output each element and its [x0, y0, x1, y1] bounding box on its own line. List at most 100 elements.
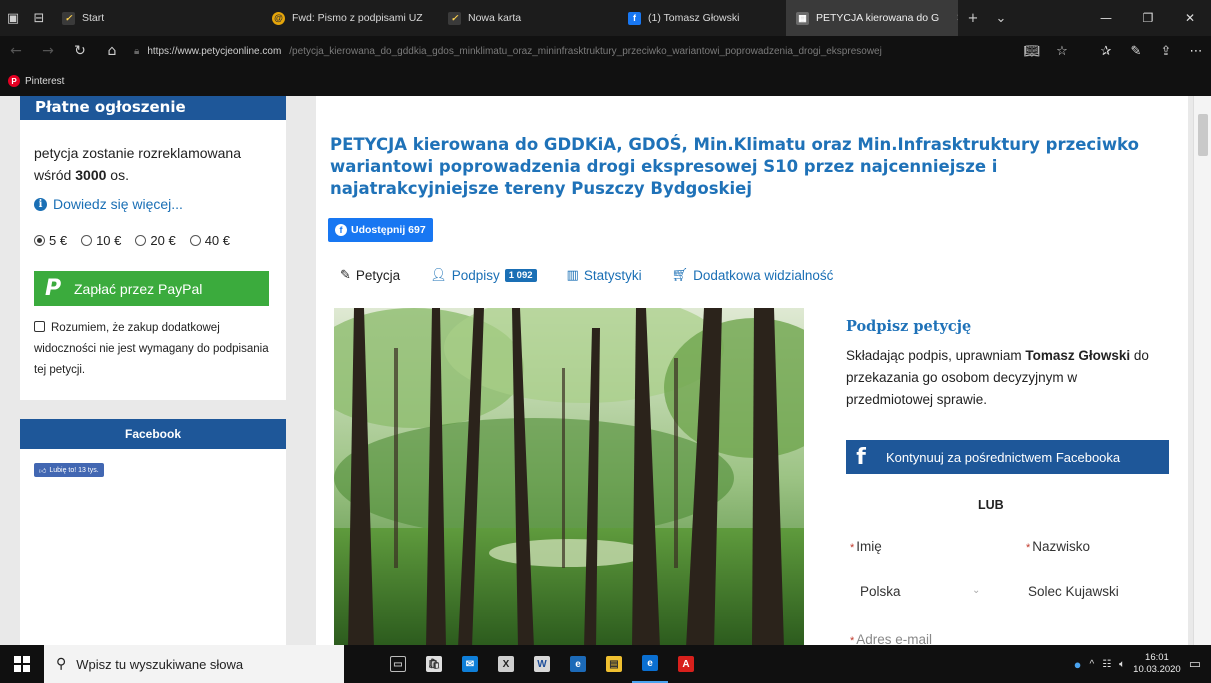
price-option-40[interactable]: 40 € [189, 233, 230, 248]
tab-preview-icon[interactable]: ⊟ [26, 0, 52, 36]
page-scrollbar[interactable] [1193, 96, 1211, 645]
store-icon[interactable]: 🛍︎ [416, 645, 452, 683]
notes-pen-icon[interactable]: ✎ [1121, 36, 1151, 66]
consent-text: Rozumiem, że zakup dodatkowej widocznośc… [34, 322, 269, 376]
edge-icon[interactable]: e [632, 645, 668, 683]
word-icon[interactable]: W [524, 645, 560, 683]
refresh-icon[interactable]: ↻ [64, 36, 96, 66]
taskbar-search-input[interactable]: ⚲ Wpisz tu wyszukiwane słowa [44, 645, 344, 683]
tab-label: Nowa karta [468, 12, 522, 24]
consent-checkbox-row[interactable]: Rozumiem, że zakup dodatkowej widocznośc… [34, 318, 279, 381]
back-icon[interactable]: ← [0, 36, 32, 66]
user-tray-icon[interactable]: ● [1074, 657, 1082, 672]
url-host: https://www.petycjeonline.com [147, 45, 282, 57]
price-option-10[interactable]: 10 € [81, 233, 121, 248]
country-select[interactable]: Polska [860, 584, 901, 599]
mail-app-icon[interactable]: ✉ [452, 645, 488, 683]
author-name: Tomasz Głowski [1025, 348, 1131, 363]
petition-icon: ▦ [796, 11, 809, 25]
more-menu-icon[interactable]: ⋯ [1181, 36, 1211, 66]
notifications-icon[interactable]: ▭ [1189, 657, 1201, 672]
facebook-icon: f [856, 444, 866, 470]
radio-selected[interactable] [34, 235, 45, 246]
share-icon[interactable]: ⇪ [1151, 36, 1181, 66]
acrobat-icon[interactable]: A [668, 645, 704, 683]
excel-icon[interactable]: X [488, 645, 524, 683]
windows-start-button[interactable] [0, 645, 44, 683]
email-field[interactable]: * Adres e-mail [850, 632, 932, 645]
tab-podpisy[interactable]: 👤︎ Podpisy 1 092 [430, 268, 537, 283]
tab-list-chevron-icon[interactable]: ⌄ [988, 0, 1014, 36]
consent-checkbox[interactable] [34, 321, 45, 332]
tab-actions-icon[interactable]: ▣ [0, 0, 26, 36]
info-icon: i [34, 197, 47, 211]
file-explorer-icon[interactable]: ▤ [596, 645, 632, 683]
cart-icon: 🛒︎ [671, 268, 689, 283]
tab-start[interactable]: ✓ Start [52, 0, 262, 36]
internet-explorer-icon[interactable]: e [560, 645, 596, 683]
favorites-bar: P Pinterest [0, 66, 1211, 96]
learn-more-link[interactable]: i Dowiedz się więcej... [34, 196, 183, 212]
paid-ad-panel: Płatne ogłoszenie petycja zostanie rozre… [20, 96, 286, 400]
clock[interactable]: 16:01 10.03.2020 [1133, 652, 1181, 676]
petition-card: PETYCJA kierowana do GDDKiA, GDOŚ, Min.K… [316, 96, 1188, 645]
close-window-icon[interactable]: ✕ [1169, 0, 1211, 36]
network-icon[interactable]: ☷ [1102, 659, 1111, 670]
home-icon[interactable]: ⌂ [96, 36, 128, 66]
last-name-field[interactable]: * Nazwisko [1026, 539, 1090, 554]
tab-petition[interactable]: ▦ PETYCJA kierowana do G ✕ [786, 0, 958, 36]
maximize-icon[interactable]: ❐ [1127, 0, 1169, 36]
new-tab-plus-icon[interactable]: + [958, 0, 988, 36]
tab-label: Fwd: Pismo z podpisami UZ [292, 12, 423, 24]
petition-title: PETYCJA kierowana do GDDKiA, GDOŚ, Min.K… [330, 135, 1139, 198]
favorite-pinterest[interactable]: Pinterest [25, 76, 64, 87]
url-path: /petycja_kierowana_do_gddkia_gdos_minkli… [289, 45, 882, 57]
sign-petition-form: Podpisz petycję Składając podpis, uprawn… [846, 318, 1176, 645]
tab-petycja[interactable]: ✎ Petycja [340, 268, 400, 283]
favorite-star-icon[interactable]: ☆ [1047, 36, 1077, 66]
reading-view-icon[interactable]: 📖︎ [1017, 36, 1047, 66]
favorites-hub-icon[interactable]: ✰ [1091, 36, 1121, 66]
minimize-icon[interactable]: — [1085, 0, 1127, 36]
tab-dodatkowa-widzialnosc[interactable]: 🛒︎ Dodatkowa widzialność [672, 268, 834, 283]
tab-new[interactable]: ✓ Nowa karta [438, 0, 618, 36]
page-viewport: Płatne ogłoszenie petycja zostanie rozre… [0, 96, 1211, 645]
first-name-field[interactable]: * Imię [850, 539, 882, 554]
radio[interactable] [135, 235, 147, 246]
task-view-icon[interactable]: ▭ [380, 645, 416, 683]
price-option-20[interactable]: 20 € [135, 233, 176, 248]
facebook-icon: f [335, 224, 347, 236]
start-icon: ✓ [62, 11, 75, 25]
scroll-thumb[interactable] [1198, 114, 1208, 156]
windows-logo-icon [14, 656, 30, 672]
sign-description: Składając podpis, uprawniam Tomasz Głows… [846, 348, 1149, 407]
facebook-share-button[interactable]: f Udostępnij 697 [328, 218, 433, 242]
paypal-icon: P [44, 276, 62, 301]
paid-ad-description: petycja zostanie rozreklamowana wśród 30… [34, 145, 241, 183]
facebook-like-button[interactable]: 👍︎ Lubię to! 13 tys. [34, 463, 104, 477]
bar-chart-icon: ▥ [566, 268, 579, 283]
petition-tabs: ✎ Petycja 👤︎ Podpisy 1 092 ▥ Statystyki … [340, 268, 833, 283]
price-option-5[interactable]: 5 € [34, 233, 67, 248]
tab-facebook[interactable]: f (1) Tomasz Głowski [618, 0, 786, 36]
tab-statystyki[interactable]: ▥ Statystyki [567, 268, 642, 283]
continue-with-facebook-button[interactable]: f Kontynuuj za pośrednictwem Facebooka [846, 440, 1169, 474]
tab-mail[interactable]: @ Fwd: Pismo z podpisami UZ [262, 0, 438, 36]
radio[interactable] [81, 235, 93, 246]
radio[interactable] [189, 235, 201, 246]
chevron-down-icon[interactable]: ⌄ [972, 585, 980, 596]
paypal-button[interactable]: P Zapłać przez PayPal [34, 271, 269, 306]
new-tab-icon: ✓ [448, 11, 461, 25]
pencil-icon: ✎ [340, 268, 351, 283]
city-field[interactable]: Solec Kujawski [1028, 584, 1119, 599]
volume-icon[interactable]: 🔈︎ [1119, 659, 1125, 670]
system-tray: ● ^ ☷ 🔈︎ 16:01 10.03.2020 ▭ [1074, 645, 1211, 683]
signature-count-badge: 1 092 [504, 269, 537, 282]
tray-expand-icon[interactable]: ^ [1089, 659, 1094, 670]
clock-time: 16:01 [1145, 652, 1169, 663]
forward-icon[interactable]: → [32, 36, 64, 66]
tab-label: Start [82, 12, 105, 24]
lock-icon: 🔒︎ [134, 45, 140, 57]
reach-count: 3000 [75, 167, 107, 183]
url-field[interactable]: 🔒︎ https://www.petycjeonline.com/petycja… [128, 36, 1017, 66]
